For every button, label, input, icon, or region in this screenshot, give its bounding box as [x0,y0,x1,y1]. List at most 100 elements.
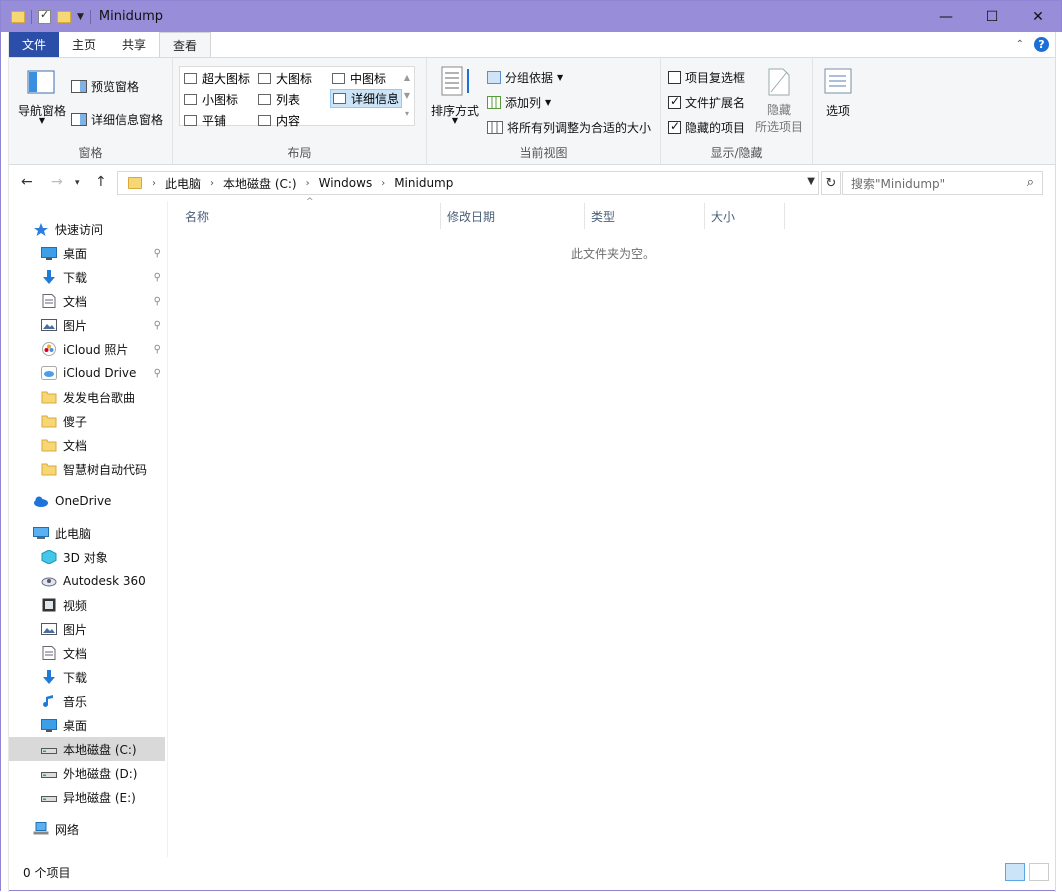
picture-icon [41,319,57,331]
breadcrumb-windows[interactable]: Windows › [319,176,395,190]
pin-icon[interactable]: ⚲ [154,296,161,307]
details-view-icon[interactable] [1005,863,1025,881]
hide-selected-button[interactable]: 隐藏 所选项目 [753,101,805,135]
nav-pc-item[interactable]: Autodesk 360 [9,569,165,593]
group-by-button[interactable]: 分组依据 ▼ [487,69,563,86]
show-hide-group: 项目复选框 文件扩展名 隐藏的项目 隐藏 所选项目 显示/隐藏 [661,58,813,165]
pane-divider[interactable] [167,201,168,857]
panes-group-label: 窗格 [78,146,103,160]
layout-tiles[interactable]: 平铺 [184,112,226,129]
layout-medium-icons[interactable]: 中图标 [332,70,386,87]
breadcrumb-separator[interactable]: › [142,178,165,189]
tab-home[interactable]: 主页 [59,32,109,57]
hidden-items-toggle[interactable]: 隐藏的项目 [668,119,745,136]
layout-list[interactable]: 列表 [258,91,300,108]
nav-quick-item[interactable]: 文档 [9,433,165,457]
nav-this-pc[interactable]: 此电脑 [9,521,165,545]
nav-pc-item[interactable]: 桌面 [9,713,165,737]
nav-quick-item[interactable]: 智慧树自动代码 [9,457,165,481]
customize-toolbar-chevron-icon[interactable]: ▼ [77,12,84,22]
pin-icon[interactable]: ⚲ [154,368,161,379]
folder-icon [11,10,25,23]
layout-small-icons[interactable]: 小图标 [184,91,238,108]
title-bar: ▼ Minidump — ☐ ✕ [1,1,1061,32]
sort-by-dropdown-icon[interactable]: ▼ [429,116,481,125]
pin-icon[interactable]: ⚲ [154,320,161,331]
video-icon [42,598,56,612]
column-header-date-modified[interactable]: 修改日期 [441,203,585,229]
search-input[interactable]: 搜索"Minidump" ⌕ [842,171,1043,195]
hide-selected-label: 隐藏 [766,103,791,117]
file-extensions-checkbox[interactable] [668,94,681,109]
file-extensions-toggle[interactable]: 文件扩展名 [668,94,745,111]
help-icon[interactable]: ? [1034,37,1049,52]
nav-pc-item[interactable]: 异地磁盘 (E:) [9,785,165,809]
layout-details[interactable]: 详细信息 [330,89,403,108]
sort-by-icon [441,66,469,96]
layout-content[interactable]: 内容 [258,112,300,129]
tab-view[interactable]: 查看 [159,32,212,57]
nav-pc-item[interactable]: 视频 [9,593,165,617]
forward-arrow-icon[interactable]: → [51,174,63,190]
nav-onedrive[interactable]: OneDrive [9,489,165,513]
breadcrumb-local-disk[interactable]: 本地磁盘 (C:) › [223,175,319,192]
hidden-items-label: 隐藏的项目 [685,121,746,135]
nav-item-label: iCloud Drive [63,366,137,380]
nav-pane-dropdown-icon[interactable]: ▼ [13,116,71,125]
refresh-icon[interactable]: ↻ [821,171,841,195]
nav-quick-item[interactable]: 下载 ⚲ [9,265,165,289]
recent-locations-chevron-icon[interactable]: ▾ [75,178,80,188]
minimize-button[interactable]: — [923,1,969,32]
nav-quick-item[interactable]: 傻子 [9,409,165,433]
breadcrumb-minidump[interactable]: Minidump [394,176,453,190]
preview-pane-button[interactable]: 预览窗格 [71,78,139,95]
nav-quick-item[interactable]: 发发电台歌曲 [9,385,165,409]
tab-file[interactable]: 文件 [9,32,60,57]
nav-quick-item[interactable]: 图片 ⚲ [9,313,165,337]
nav-quick-item[interactable]: iCloud Drive ⚲ [9,361,165,385]
maximize-button[interactable]: ☐ [969,1,1015,32]
tab-share[interactable]: 共享 [109,32,159,57]
hidden-items-checkbox[interactable] [668,119,681,134]
nav-pc-item[interactable]: 外地磁盘 (D:) [9,761,165,785]
nav-quick-item[interactable]: 文档 ⚲ [9,289,165,313]
new-folder-icon[interactable] [57,10,71,23]
add-columns-button[interactable]: 添加列 ▼ [487,94,551,111]
column-header-name[interactable]: 名称 [179,203,441,229]
nav-quick-access[interactable]: 快速访问 [9,217,165,241]
nav-pc-item[interactable]: 3D 对象 [9,545,165,569]
options-button[interactable]: 选项 [813,102,863,119]
breadcrumb-this-pc[interactable]: 此电脑 › [165,175,223,192]
nav-pc-item[interactable]: 文档 [9,641,165,665]
details-pane-button[interactable]: 详细信息窗格 [71,111,163,128]
back-arrow-icon[interactable]: ← [21,174,33,190]
collapse-ribbon-chevron-icon[interactable]: ⌃ [1016,39,1024,50]
gallery-scroll-icon[interactable]: ▲ ▼ ▾ [402,69,412,123]
nav-quick-item[interactable]: 桌面 ⚲ [9,241,165,265]
pin-icon[interactable]: ⚲ [154,344,161,355]
nav-pc-item[interactable]: 本地磁盘 (C:) [9,737,165,761]
nav-pc-item[interactable]: 图片 [9,617,165,641]
nav-pc-item[interactable]: 音乐 [9,689,165,713]
nav-network[interactable]: 网络 [9,817,165,841]
layout-large-icons[interactable]: 大图标 [258,70,312,87]
pin-icon[interactable]: ⚲ [154,272,161,283]
pin-icon[interactable]: ⚲ [154,248,161,259]
large-icons-view-icon[interactable] [1029,863,1049,881]
address-bar[interactable]: › 此电脑 › 本地磁盘 (C:) › Windows › Minidump ▼ [117,171,819,195]
close-button[interactable]: ✕ [1015,1,1061,32]
address-history-chevron-icon[interactable]: ▼ [807,176,815,187]
item-checkboxes-checkbox[interactable] [668,71,681,84]
fit-columns-button[interactable]: 将所有列调整为合适的大小 [487,119,651,136]
column-header-type[interactable]: 类型 [585,203,705,229]
group-by-label: 分组依据 [505,71,554,85]
up-arrow-icon[interactable]: ↑ [95,174,107,190]
nav-pc-item[interactable]: 下载 [9,665,165,689]
properties-icon[interactable] [38,8,51,24]
layout-label: 列表 [276,93,301,107]
column-header-size[interactable]: 大小 [705,203,785,229]
item-checkboxes-toggle[interactable]: 项目复选框 [668,69,745,86]
current-view-group: 排序方式 ▼ 分组依据 ▼ 添加列 ▼ 将所有列调整为合适的大小 当前视图 [427,58,661,165]
layout-extra-large-icons[interactable]: 超大图标 [184,70,250,87]
nav-quick-item[interactable]: iCloud 照片 ⚲ [9,337,165,361]
